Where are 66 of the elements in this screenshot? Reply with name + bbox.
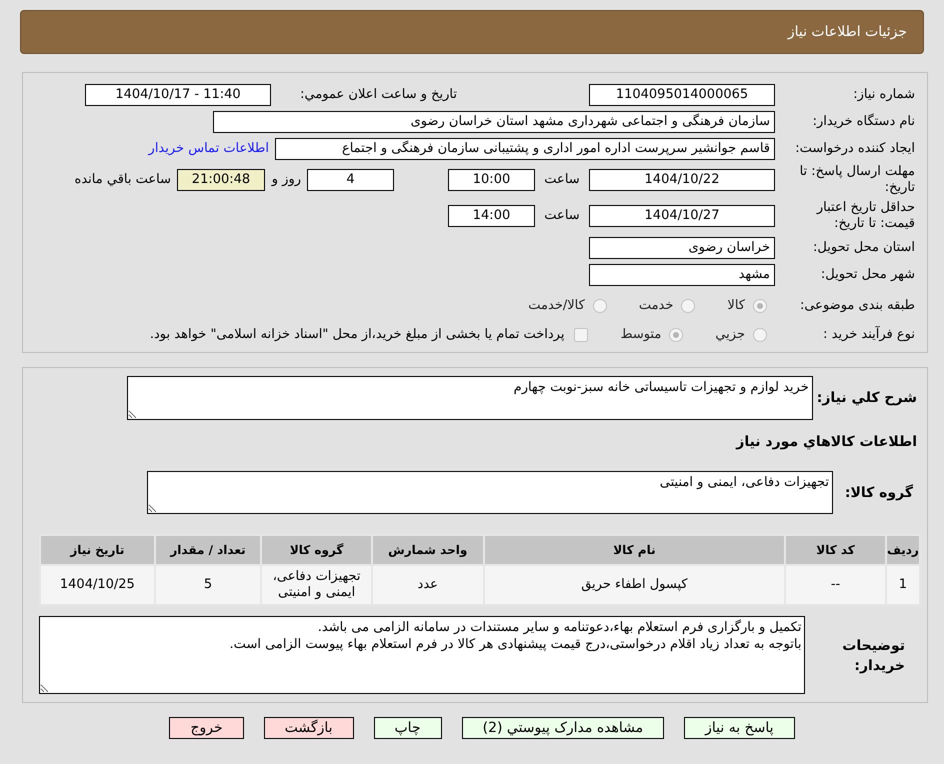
section-label: شرح كلي نياز:: [816, 389, 917, 408]
field-value: 1404/10/27: [589, 205, 775, 227]
section-label: توضیحات خریدار:: [841, 637, 906, 676]
field-value: سازمان فرهنگی و اجتماعی شهرداری مشهد استان خراسان رضوی: [213, 110, 775, 132]
field-value: 1404/10/22: [589, 169, 775, 191]
radio-button[interactable]: [753, 328, 767, 342]
field-value: 4: [307, 169, 394, 191]
column-header: گروه کالا: [261, 535, 372, 565]
text-area-field[interactable]: خرید لوازم و تجهیزات تاسیساتی خانه سبز-نوبت چهارم: [126, 376, 813, 420]
action-button[interactable]: مشاهده مدارک پیوستي (2): [462, 717, 664, 739]
text-area-field[interactable]: تکمیل و بارگزاری فرم استعلام بهاء،دعوتنامه و سایر مستندات در سامانه الزامی می باشد. باتوجه به تعداد زیاد اقلام درخواستی،درج قیمت پیشنهادی هر کالا در فرم استعلام بهاء پیوست الزامی است.: [39, 616, 806, 694]
field-label: ایجاد کننده درخواست:: [794, 140, 915, 156]
field-label: شماره نیاز:: [852, 86, 915, 102]
field-label: نام دستگاه خریدار:: [812, 114, 915, 130]
field-value: مشهد: [589, 264, 775, 286]
field-label: ساعت باقي مانده: [74, 172, 171, 188]
table-cell: کپسول اطفاء حریق: [484, 565, 786, 605]
field-label: طبقه بندی موضوعی:: [798, 298, 915, 314]
column-header: واحد شمارش: [372, 535, 484, 565]
option-label: کالا/خدمت: [528, 296, 585, 315]
column-header: نام کالا: [484, 535, 786, 565]
field-label: نوع فرآیند خرید :: [822, 326, 915, 342]
table-cell: 1: [886, 565, 920, 605]
table-cell: عدد: [372, 565, 484, 605]
field-label: استان محل تحویل:: [812, 240, 915, 256]
option-label: جزيي: [715, 326, 745, 344]
field-value: 1104095014000065: [589, 84, 775, 106]
field-label: ساعت: [543, 208, 581, 224]
radio-button[interactable]: [669, 328, 684, 342]
field-value: قاسم جوانشیر سرپرست اداره امور اداری و پشتیبانی سازمان فرهنگی و اجتماع: [275, 138, 775, 160]
column-header: تعداد / مقدار: [154, 535, 262, 565]
section-label: گروه کالا:: [844, 483, 914, 503]
field-value: 1404/10/17 - 11:40: [85, 84, 271, 106]
option-label: خدمت: [638, 296, 674, 315]
contact-link[interactable]: اطلاعات تماس خریدار: [148, 138, 269, 158]
text-area-field[interactable]: تجهیزات دفاعی، ایمنی و امنیتی: [147, 471, 833, 514]
field-label: حداقل تاریخ اعتبار قیمت: تا تاریخ:: [815, 200, 915, 232]
radio-button[interactable]: [681, 298, 696, 312]
field-value: خراسان رضوی: [589, 236, 775, 258]
payment-note: پرداخت تمام یا بخشی از مبلغ خرید،از محل "اسناد خزانه اسلامی" خواهد بود.: [150, 326, 564, 344]
table-cell: 1404/10/25: [40, 565, 155, 605]
page-title: جزئیات اطلاعات نیاز: [788, 22, 907, 42]
field-label: مهلت ارسال پاسخ: تا تاریخ:: [798, 164, 915, 196]
action-button[interactable]: پاسخ به نیاز: [684, 717, 795, 739]
field-label: روز و: [271, 172, 301, 188]
column-header: ردیف: [886, 535, 920, 565]
table-cell: تجهیزات دفاعی، ایمنی و امنیتی: [261, 565, 372, 605]
option-label: متوسط: [620, 326, 662, 344]
field-label: تاريخ و ساعت اعلان عمومي:: [299, 86, 457, 102]
field-label: شهر محل تحویل:: [820, 266, 915, 282]
field-value: 21:00:48: [177, 169, 265, 191]
option-label: کالا: [727, 296, 745, 315]
section-heading: اطلاعات كالاهاي مورد نياز: [734, 433, 917, 452]
field-label: ساعت: [543, 172, 581, 188]
field-value: 14:00: [448, 205, 535, 227]
field-value: 10:00: [448, 169, 535, 191]
action-button[interactable]: بازگشت: [264, 717, 354, 739]
checkbox[interactable]: [574, 328, 588, 342]
table-cell: 5: [154, 565, 262, 605]
column-header: کد کالا: [785, 535, 886, 565]
action-button[interactable]: چاپ: [374, 717, 442, 739]
table-cell: --: [785, 565, 886, 605]
column-header: تاریخ نیاز: [40, 535, 155, 565]
radio-button[interactable]: [753, 298, 767, 312]
radio-button[interactable]: [592, 298, 607, 312]
action-button[interactable]: خروج: [169, 717, 244, 739]
